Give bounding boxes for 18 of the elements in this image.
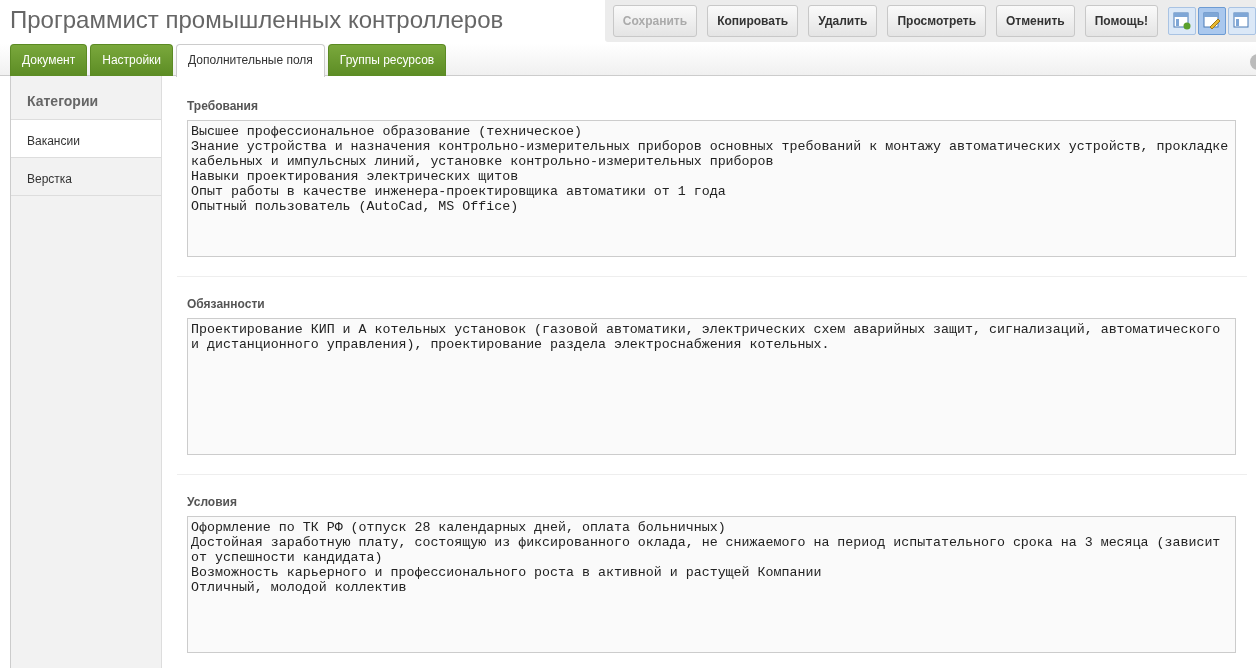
tab[interactable]: Дополнительные поля (176, 44, 325, 77)
text-area[interactable]: Проектирование КИП и А котельных установок (газовой автоматики, электрических схем аварийных защит, сигнализаций, автоматического и дистанционного управления), проектирование раздела электроснабжения котельных. (187, 318, 1236, 455)
page-title: Программист промышленных контроллеров (9, 5, 504, 35)
sidebar-item[interactable]: Вакансии (11, 120, 161, 158)
layout-edit-icon[interactable] (1198, 7, 1226, 35)
sidebar-item[interactable]: Верстка (11, 158, 161, 196)
text-area[interactable]: Оформление по ТК РФ (отпуск 28 календарных дней, оплата больничных) Достойная заработную плату, состоящую из фиксированного оклада, не снижаемого на период испытательного срока на 3 месяца (зависит от успешности кандидата) Возможность карьерного и профессионального роста в активной и растущей Компании Отличный, молодой коллектив (187, 516, 1236, 653)
field-label: Требования (187, 99, 259, 113)
field-label: Обязанности (187, 297, 266, 311)
toolbar-button[interactable]: Отменить (996, 5, 1075, 37)
layout-icon[interactable] (1228, 7, 1256, 35)
layout-add-icon[interactable] (1168, 7, 1196, 35)
field-label: Условия (187, 495, 238, 509)
toolbar-button[interactable]: Удалить (808, 5, 878, 37)
toolbar-button[interactable]: Помощь! (1084, 5, 1158, 37)
text-area[interactable]: Высшее профессиональное образование (техническое) Знание устройства и назначения контрольно-измерительных приборов основных требований к монтажу автоматических устройств, прокладке кабельных и импульсных линий, установке контрольно-измерительных приборов Навыки проектирования электрических щитов Опыт работы в качестве инженера-проектировщика автоматики от 1 года Опытный пользователь (AutoCad, MS Office) (187, 120, 1236, 257)
toolbar-button[interactable]: Копировать (707, 5, 799, 37)
toolbar-button[interactable]: Просмотреть (887, 5, 986, 37)
